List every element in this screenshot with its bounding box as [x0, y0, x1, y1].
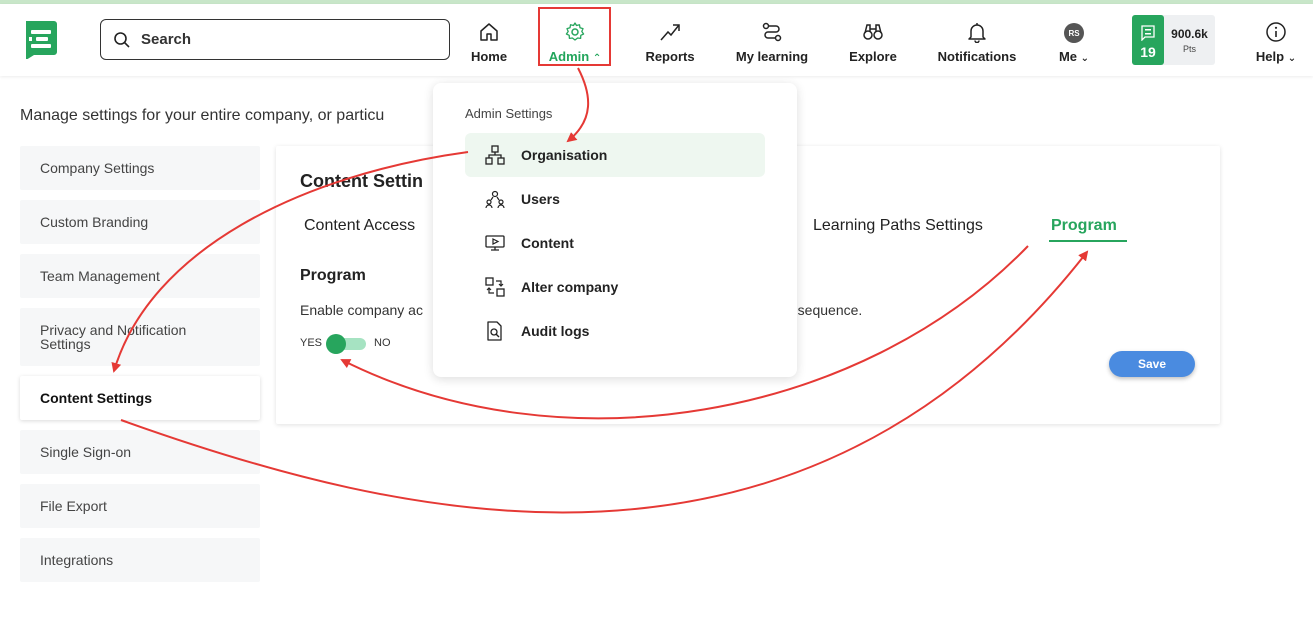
points-value: 900.6k — [1171, 26, 1208, 41]
brand-mark-icon — [1141, 25, 1155, 41]
points-unit: Pts — [1182, 43, 1196, 54]
content-icon — [485, 235, 505, 251]
level-number: 19 — [1140, 44, 1156, 60]
sidebar-item-privacy-notification[interactable]: Privacy and Notification Settings — [20, 308, 260, 366]
nav-reports[interactable]: Reports — [640, 14, 700, 64]
chevron-down-icon: ⌄ — [1287, 53, 1297, 64]
nav-me-label: Me ⌄ — [1058, 49, 1090, 64]
alter-company-icon — [485, 277, 505, 297]
home-icon — [480, 23, 498, 41]
trend-up-icon — [660, 24, 680, 41]
menu-item-alter-company[interactable]: Alter company — [465, 265, 765, 309]
search-input[interactable]: Search — [100, 19, 450, 60]
tab-content-access[interactable]: Content Access — [304, 217, 415, 235]
menu-item-label: Content — [521, 235, 574, 251]
program-toggle[interactable] — [326, 333, 368, 355]
toggle-knob — [326, 334, 346, 354]
logo[interactable] — [22, 19, 58, 60]
active-tab-indicator — [1049, 240, 1127, 242]
tab-learning-paths-settings[interactable]: Learning Paths Settings — [813, 217, 983, 235]
search-placeholder: Search — [141, 31, 192, 48]
bell-icon — [968, 23, 986, 43]
audit-logs-icon — [487, 321, 502, 341]
toggle-yes-label: YES — [300, 337, 323, 349]
menu-item-organisation[interactable]: Organisation — [465, 133, 765, 177]
avatar: RS — [1064, 23, 1084, 43]
nav-help-label: Help ⌄ — [1255, 49, 1297, 64]
nav-home-label: Home — [470, 49, 508, 64]
menu-item-label: Audit logs — [521, 323, 590, 339]
sidebar-item-company-settings[interactable]: Company Settings — [20, 146, 260, 190]
menu-item-label: Users — [521, 191, 560, 207]
info-icon — [1266, 22, 1286, 42]
sidebar-item-team-management[interactable]: Team Management — [20, 254, 260, 298]
tab-program[interactable]: Program — [1051, 217, 1117, 235]
sidebar-item-integrations[interactable]: Integrations — [20, 538, 260, 582]
sidebar-item-file-export[interactable]: File Export — [20, 484, 260, 528]
binoculars-icon — [863, 24, 883, 40]
menu-item-audit-logs[interactable]: Audit logs — [465, 309, 765, 353]
menu-item-label: Organisation — [521, 147, 608, 163]
organisation-icon — [485, 145, 505, 165]
save-button[interactable]: Save — [1109, 351, 1195, 377]
section-description-start: Enable company ac — [300, 302, 423, 318]
nav-reports-label: Reports — [645, 49, 695, 64]
nav-me[interactable]: RS Me ⌄ — [1052, 14, 1096, 64]
page-intro: Manage settings for your entire company,… — [20, 107, 385, 124]
sidebar-item-content-settings[interactable]: Content Settings — [20, 376, 260, 420]
users-icon — [485, 190, 505, 209]
section-title: Program — [300, 267, 366, 284]
points-widget[interactable]: 19 900.6k Pts — [1132, 15, 1215, 65]
nav-my-learning-label: My learning — [735, 49, 809, 64]
nav-notifications-label: Notifications — [937, 49, 1017, 64]
chevron-down-icon: ⌄ — [1080, 53, 1090, 64]
nav-my-learning[interactable]: My learning — [733, 14, 811, 64]
sidebar-item-custom-branding[interactable]: Custom Branding — [20, 200, 260, 244]
nav-explore-label: Explore — [849, 49, 897, 64]
sidebar-item-single-sign-on[interactable]: Single Sign-on — [20, 430, 260, 474]
section-description-end: n sequence. — [786, 302, 863, 318]
nav-help[interactable]: Help ⌄ — [1252, 14, 1300, 64]
menu-item-users[interactable]: Users — [465, 177, 765, 221]
nav-explore[interactable]: Explore — [845, 14, 901, 64]
toggle-no-label: NO — [374, 337, 391, 349]
path-icon — [762, 22, 782, 42]
card-title: Content Settin — [300, 171, 423, 191]
annotation-highlight-box — [538, 7, 611, 66]
nav-notifications[interactable]: Notifications — [934, 14, 1020, 64]
level-badge: 19 — [1132, 15, 1164, 65]
search-icon — [114, 31, 130, 48]
menu-item-content[interactable]: Content — [465, 221, 765, 265]
top-header: Search Home Admin ⌃ Reports My learning — [0, 4, 1313, 76]
nav-home[interactable]: Home — [469, 14, 509, 64]
dropdown-heading: Admin Settings — [465, 106, 553, 121]
menu-item-label: Alter company — [521, 279, 619, 295]
